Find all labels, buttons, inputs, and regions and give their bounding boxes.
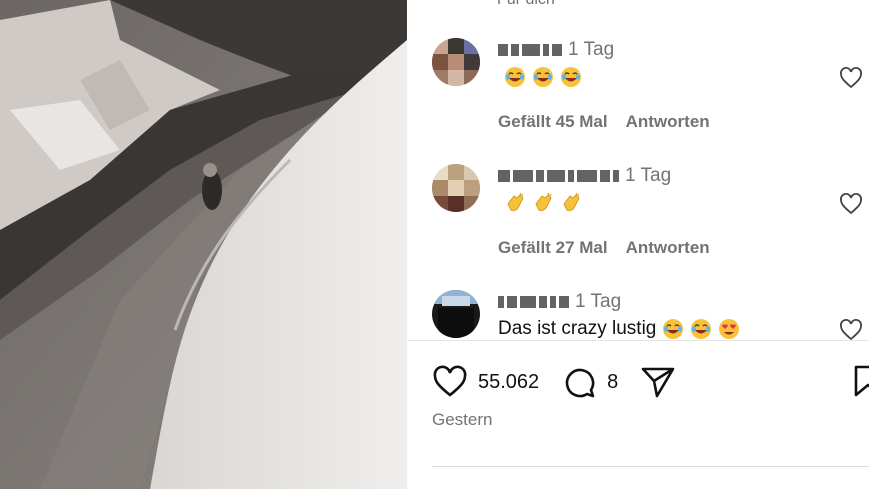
like-comment-heart-icon[interactable] (839, 318, 863, 342)
comment-time: 1 Tag (625, 165, 672, 186)
comment-actions: Gefällt 45 Mal Antworten (498, 112, 710, 132)
feed-label: Für dich (497, 0, 555, 9)
comments-panel: Für dich 1 Tag (407, 0, 869, 489)
comment-time: 1 Tag (575, 291, 622, 312)
like-heart-icon[interactable] (432, 364, 468, 400)
video-media[interactable] (0, 0, 407, 489)
comments-count: 8 (607, 370, 619, 393)
username-censored[interactable] (498, 170, 619, 182)
comment-meta: 1 Tag (498, 164, 671, 188)
laughing-emoji-icon (561, 67, 581, 87)
reply-button[interactable]: Antworten (626, 238, 710, 258)
clapping-emoji-icon (563, 192, 580, 211)
comment-time: 1 Tag (568, 39, 615, 60)
section-divider (407, 340, 869, 341)
like-comment-heart-icon[interactable] (839, 192, 863, 216)
avatar[interactable] (432, 164, 480, 212)
comment-meta: 1 Tag (498, 38, 614, 62)
clapping-emoji-icon (507, 192, 524, 211)
comment-text (498, 192, 582, 214)
share-paper-plane-icon[interactable] (640, 364, 676, 400)
reply-button[interactable]: Antworten (626, 112, 710, 132)
comment-text: Das ist crazy lustig (498, 318, 740, 340)
post-date: Gestern (432, 410, 493, 429)
heart-eyes-emoji-icon (719, 319, 740, 339)
comment-text (498, 66, 582, 88)
comment-item: 1 Tag Gefällt 27 Mal Antworten (407, 164, 869, 274)
bottom-divider (432, 466, 869, 467)
username-censored[interactable] (498, 44, 562, 56)
comment-meta: 1 Tag (498, 290, 621, 314)
likes-count: 55.062 (478, 370, 540, 393)
avatar[interactable] (432, 290, 480, 338)
comment-bubble-icon[interactable] (561, 364, 597, 400)
bookmark-icon[interactable] (853, 364, 869, 398)
snow-scene-image (0, 0, 407, 489)
laughing-emoji-icon (663, 319, 684, 339)
laughing-emoji-icon (505, 67, 525, 87)
avatar[interactable] (432, 38, 480, 86)
comment-item: 1 Tag Gefällt 45 Mal Antworten (407, 38, 869, 148)
like-comment-heart-icon[interactable] (839, 66, 863, 90)
username-censored[interactable] (498, 296, 569, 308)
post-action-bar: 55.062 8 (432, 362, 676, 402)
likes-count-link[interactable]: Gefällt 27 Mal (498, 238, 608, 258)
comment-actions: Gefällt 27 Mal Antworten (498, 238, 710, 258)
likes-count-link[interactable]: Gefällt 45 Mal (498, 112, 608, 132)
laughing-emoji-icon (691, 319, 712, 339)
laughing-emoji-icon (533, 67, 553, 87)
clapping-emoji-icon (535, 192, 552, 211)
